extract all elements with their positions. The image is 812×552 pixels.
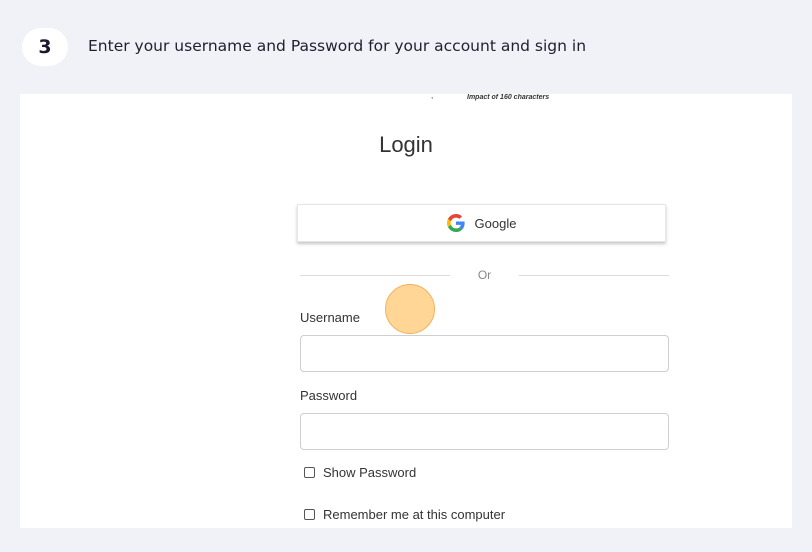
divider-left [300, 275, 450, 276]
username-input[interactable] [300, 335, 669, 372]
show-password-row[interactable]: Show Password [304, 465, 416, 480]
login-screenshot: , Impact of 160 characters Login Google … [20, 94, 792, 528]
google-button-label: Google [474, 215, 517, 231]
divider-or-text: Or [477, 268, 492, 282]
username-label: Username [300, 310, 360, 325]
divider-right [519, 275, 669, 276]
show-password-checkbox[interactable] [304, 467, 315, 478]
remember-me-checkbox[interactable] [304, 509, 315, 520]
step-header: 3 Enter your username and Password for y… [0, 0, 812, 94]
step-instruction: Enter your username and Password for you… [88, 37, 587, 55]
tagline-mark: , [431, 94, 434, 100]
show-password-label: Show Password [323, 465, 417, 480]
remember-me-row[interactable]: Remember me at this computer [304, 507, 505, 522]
page-title: Login [379, 132, 433, 157]
password-label: Password [300, 388, 358, 403]
password-input[interactable] [300, 413, 669, 450]
google-signin-button[interactable]: Google [297, 204, 666, 242]
remember-me-label: Remember me at this computer [323, 507, 506, 522]
brand-tagline: Impact of 160 characters [467, 94, 550, 101]
click-highlight-marker [385, 284, 435, 334]
step-number-badge: 3 [22, 28, 68, 66]
google-g-icon [446, 214, 465, 232]
